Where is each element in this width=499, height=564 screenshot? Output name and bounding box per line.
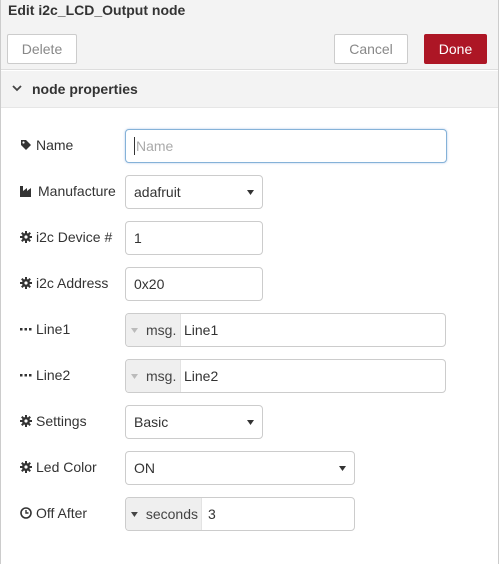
settings-label: Settings <box>20 413 87 429</box>
done-button[interactable]: Done <box>424 34 487 64</box>
device-input[interactable]: 1 <box>125 221 263 255</box>
led-color-row: Led Color ON <box>1 451 498 485</box>
dropdown-arrow-icon <box>247 190 254 195</box>
led-color-label: Led Color <box>20 459 97 475</box>
led-color-value: ON <box>134 460 155 476</box>
manufacture-label-text: Manufacture <box>38 183 116 199</box>
line1-label-text: Line1 <box>36 321 71 337</box>
clock-icon <box>20 507 32 519</box>
address-label: i2c Address <box>20 275 108 291</box>
cancel-button[interactable]: Cancel <box>334 34 408 64</box>
address-row: i2c Address 0x20 <box>1 267 498 301</box>
gear-icon <box>20 231 32 243</box>
dropdown-arrow-icon <box>131 511 138 517</box>
name-input[interactable]: Name <box>125 129 447 163</box>
manufacture-value: adafruit <box>134 184 181 200</box>
text-cursor <box>134 137 135 155</box>
off-after-typed-input[interactable]: seconds 3 <box>125 497 355 531</box>
off-after-label-text: Off After <box>36 505 88 521</box>
manufacture-label: Manufacture <box>20 183 116 199</box>
off-after-value: 3 <box>208 506 216 522</box>
gear-icon <box>20 415 32 427</box>
line2-type: msg. <box>146 368 177 384</box>
section-title: node properties <box>32 81 138 97</box>
settings-row: Settings Basic <box>1 405 498 439</box>
line1-row: Line1 msg. Line1 <box>1 313 498 347</box>
dropdown-arrow-icon <box>131 327 138 333</box>
dropdown-arrow-icon <box>339 466 346 471</box>
address-input[interactable]: 0x20 <box>125 267 263 301</box>
manufacture-select[interactable]: adafruit <box>125 175 263 209</box>
line2-label-text: Line2 <box>36 367 71 383</box>
off-after-type: seconds <box>145 506 198 522</box>
gear-icon <box>20 461 32 473</box>
chevron-down-icon <box>12 85 22 92</box>
line1-type: msg. <box>146 322 177 338</box>
ellipsis-icon <box>20 328 32 331</box>
settings-select[interactable]: Basic <box>125 405 263 439</box>
off-after-type-button[interactable]: seconds <box>126 498 202 530</box>
line2-row: Line2 msg. Line2 <box>1 359 498 393</box>
settings-value: Basic <box>134 414 169 430</box>
settings-label-text: Settings <box>36 413 87 429</box>
tray-title: Edit i2c_LCD_Output node <box>8 2 186 18</box>
device-label: i2c Device # <box>20 229 112 245</box>
line1-typed-input[interactable]: msg. Line1 <box>125 313 446 347</box>
off-after-label: Off After <box>20 505 87 521</box>
manufacture-row: Manufacture adafruit <box>1 175 498 209</box>
gear-icon <box>20 277 32 289</box>
section-header[interactable]: node properties <box>1 71 498 108</box>
name-placeholder: Name <box>136 138 174 154</box>
tag-icon <box>21 140 31 150</box>
off-after-row: Off After seconds 3 <box>1 497 498 531</box>
name-label: Name <box>20 137 73 153</box>
line1-type-button[interactable]: msg. <box>126 314 181 346</box>
industry-icon <box>20 186 31 197</box>
line2-label: Line2 <box>20 367 70 383</box>
tray-header: Edit i2c_LCD_Output node Delete Cancel D… <box>1 0 498 70</box>
line2-value: Line2 <box>184 368 219 384</box>
dropdown-arrow-icon <box>131 373 138 379</box>
line2-typed-input[interactable]: msg. Line2 <box>125 359 446 393</box>
line2-type-button[interactable]: msg. <box>126 360 181 392</box>
led-color-label-text: Led Color <box>36 459 97 475</box>
line1-label: Line1 <box>20 321 70 337</box>
ellipsis-icon <box>20 374 32 377</box>
name-row: Name Name <box>1 129 498 163</box>
address-label-text: i2c Address <box>36 275 109 291</box>
line1-value: Line1 <box>184 322 219 338</box>
dropdown-arrow-icon <box>247 420 254 425</box>
edit-tray: Edit i2c_LCD_Output node Delete Cancel D… <box>0 0 499 564</box>
device-row: i2c Device # 1 <box>1 221 498 255</box>
name-label-text: Name <box>36 137 74 153</box>
device-label-text: i2c Device # <box>36 229 113 245</box>
delete-button[interactable]: Delete <box>7 34 77 64</box>
led-color-select[interactable]: ON <box>125 451 355 485</box>
